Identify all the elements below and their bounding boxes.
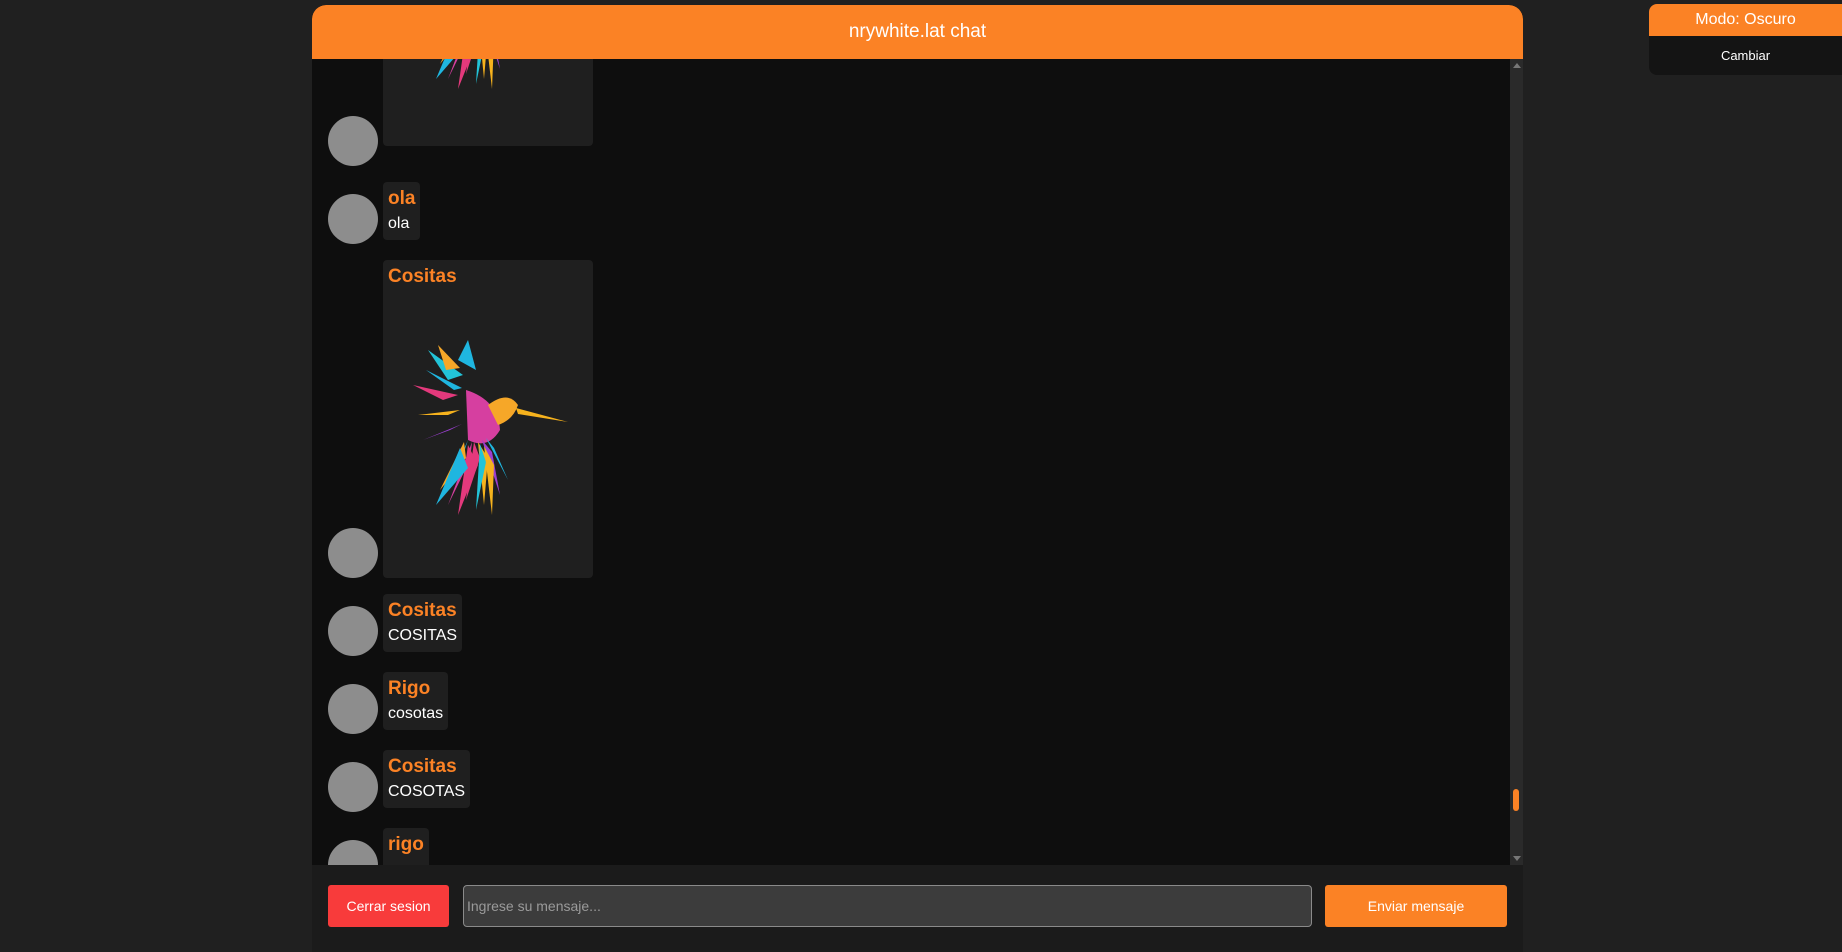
message-text: cosotas — [388, 705, 444, 722]
hummingbird-image — [413, 340, 568, 515]
theme-toggle-button[interactable]: Cambiar — [1649, 36, 1842, 75]
message-bubble: Cositas COSITAS — [383, 594, 463, 652]
chat-header: nrywhite.lat chat — [312, 5, 1523, 59]
theme-panel: Modo: Oscuro Cambiar — [1649, 4, 1842, 75]
message-bubble: ola ola — [383, 182, 421, 240]
message-bubble — [383, 59, 593, 146]
message-author: ola — [388, 188, 416, 209]
message-author: rigo — [388, 834, 424, 855]
theme-mode-label: Modo: Oscuro — [1649, 4, 1842, 36]
message-bubble: Cositas COSOTAS — [383, 750, 471, 808]
message-bubble: Rigo cosotas — [383, 672, 449, 730]
chat-window: nrywhite.lat chat ola ola Cositas Cosita… — [312, 5, 1523, 952]
message-scrollbar[interactable] — [1510, 59, 1523, 865]
message-bubble: Cositas — [383, 260, 593, 578]
scroll-up-icon[interactable] — [1513, 63, 1521, 68]
message-author: Cositas — [388, 600, 457, 621]
avatar — [328, 606, 378, 656]
avatar — [328, 528, 378, 578]
message-input[interactable] — [463, 885, 1312, 927]
message-text: COSITAS — [388, 627, 458, 644]
scroll-thumb[interactable] — [1513, 789, 1519, 811]
message-author: Rigo — [388, 678, 431, 699]
send-button[interactable]: Enviar mensaje — [1325, 885, 1507, 927]
logout-button[interactable]: Cerrar sesion — [328, 885, 449, 927]
message-list[interactable]: ola ola Cositas Cositas COSITAS Rigo cos… — [312, 59, 1510, 865]
scroll-down-icon[interactable] — [1513, 856, 1521, 861]
hummingbird-image — [436, 59, 500, 89]
avatar — [328, 116, 378, 166]
chat-footer: Cerrar sesion Enviar mensaje — [312, 865, 1523, 952]
message-text: ola — [388, 215, 410, 232]
message-author: Cositas — [388, 266, 457, 287]
chat-title: nrywhite.lat chat — [848, 21, 987, 42]
avatar — [328, 840, 378, 865]
avatar — [328, 194, 378, 244]
avatar — [328, 684, 378, 734]
message-bubble: rigo — [383, 828, 429, 865]
message-text: COSOTAS — [388, 783, 466, 800]
message-author: Cositas — [388, 756, 457, 777]
avatar — [328, 762, 378, 812]
